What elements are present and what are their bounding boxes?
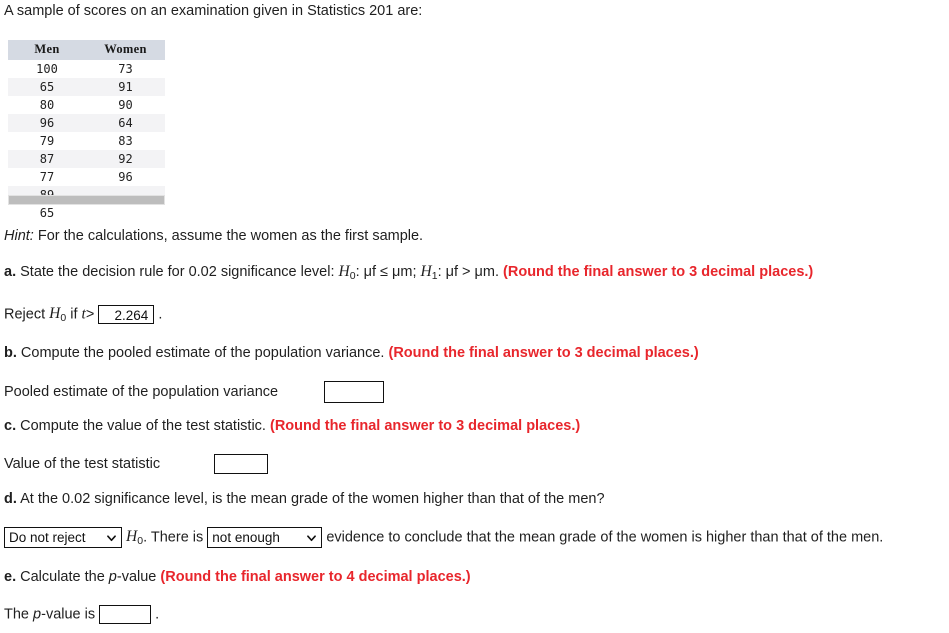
cell-men: 100 <box>36 62 58 76</box>
hint-line: Hint: For the calculations, assume the w… <box>4 228 423 244</box>
part-a-if-label: if <box>70 306 78 323</box>
part-a-answer-h0: H0 <box>49 305 67 325</box>
cell-women: 64 <box>118 116 133 130</box>
cell-men: 65 <box>39 80 55 94</box>
part-a-h1: H1 <box>420 263 438 282</box>
hint-label: Hint: <box>4 228 34 244</box>
part-e-marker: e. <box>4 569 17 585</box>
part-e-answer-post: -value is <box>41 606 96 623</box>
part-c-round-note: (Round the final answer to 3 decimal pla… <box>269 418 581 434</box>
part-a-gt-symbol: > <box>85 306 95 323</box>
part-c-answer-label: Value of the test statistic <box>4 455 161 472</box>
part-b-marker: b. <box>4 345 17 361</box>
part-e-answer-p-symbol: p <box>33 606 42 623</box>
cell-men: 96 <box>39 116 55 130</box>
part-b-answer-line: Pooled estimate of the population varian… <box>4 381 385 403</box>
table-row: 65 91 <box>8 78 165 96</box>
chevron-down-icon <box>107 534 116 541</box>
table-horizontal-scrollbar[interactable] <box>8 195 165 205</box>
table-header-row: Men Women <box>8 40 165 60</box>
part-c-prompt: c. Compute the value of the test statist… <box>4 418 580 434</box>
chevron-down-icon <box>307 534 317 541</box>
part-c-marker: c. <box>4 418 17 434</box>
part-a-marker: a. <box>4 264 17 280</box>
table-row: 65 <box>8 204 165 222</box>
part-b-pooled-variance-input[interactable] <box>324 381 385 403</box>
part-e-p-symbol: p <box>108 569 117 585</box>
part-d-answer-line: Do not reject H0. There is not enough ev… <box>4 527 883 548</box>
part-c-test-statistic-input[interactable] <box>214 454 269 474</box>
table-row: 80 90 <box>8 96 165 114</box>
cell-women: 73 <box>118 62 133 76</box>
part-a-period: . <box>158 306 163 323</box>
table-row: 96 64 <box>8 114 165 132</box>
part-e-text-post: -value <box>116 569 157 585</box>
table-row: 79 83 <box>8 132 165 150</box>
part-b-prompt: b. Compute the pooled estimate of the po… <box>4 345 699 361</box>
cell-women <box>86 204 165 222</box>
cell-men: 65 <box>39 206 55 220</box>
column-header-men: Men <box>8 40 86 60</box>
part-a-h0: H0 <box>338 263 356 282</box>
evidence-select-value: not enough <box>212 530 280 545</box>
part-a-critical-value-input[interactable]: 2.264 <box>98 305 155 324</box>
column-header-women: Women <box>86 40 165 60</box>
part-a-reject-label: Reject <box>4 306 46 323</box>
table-row: 100 73 <box>8 60 165 78</box>
part-d-marker: d. <box>4 491 17 507</box>
evidence-select[interactable]: not enough <box>207 527 323 548</box>
scrollbar-thumb[interactable] <box>9 196 164 204</box>
part-a-answer-line: Reject H0 if t> 2.264 . <box>4 305 162 324</box>
part-a-text: State the decision rule for 0.02 signifi… <box>20 264 335 280</box>
part-e-pvalue-input[interactable] <box>99 605 152 624</box>
part-a-h0-relation: : μf ≤ μm; <box>355 264 417 280</box>
decision-select[interactable]: Do not reject <box>4 527 122 548</box>
part-c-answer-line: Value of the test statistic <box>4 454 269 474</box>
part-a-h1-relation: : μf > μm. <box>437 264 499 280</box>
cell-men: 80 <box>39 98 55 112</box>
cell-women: 90 <box>118 98 133 112</box>
hint-text: For the calculations, assume the women a… <box>37 228 424 244</box>
part-a-prompt: a. State the decision rule for 0.02 sign… <box>4 263 814 282</box>
table-row: 87 92 <box>8 150 165 168</box>
part-a-round-note: (Round the final answer to 3 decimal pla… <box>503 264 814 280</box>
part-e-text-pre: Calculate the <box>20 569 105 585</box>
intro-text: A sample of scores on an examination giv… <box>4 3 423 19</box>
part-d-tail-text: evidence to conclude that the mean grade… <box>326 529 884 546</box>
part-d-prompt: d. At the 0.02 significance level, is th… <box>4 491 605 507</box>
decision-select-value: Do not reject <box>9 530 86 545</box>
cell-women: 83 <box>118 134 133 148</box>
cell-men: 87 <box>39 152 55 166</box>
cell-women: 96 <box>118 170 133 184</box>
table-row: 77 96 <box>8 168 165 186</box>
part-b-answer-label: Pooled estimate of the population varian… <box>4 383 279 400</box>
part-e-round-note: (Round the final answer to 4 decimal pla… <box>160 569 471 585</box>
part-d-text: At the 0.02 significance level, is the m… <box>20 491 605 507</box>
part-e-period: . <box>155 606 160 623</box>
part-b-text: Compute the pooled estimate of the popul… <box>20 345 385 361</box>
cell-women: 91 <box>118 80 133 94</box>
cell-men: 79 <box>39 134 55 148</box>
part-d-h0: H0 <box>126 528 144 548</box>
part-c-text: Compute the value of the test statistic. <box>20 418 266 434</box>
part-d-mid-text: . There is <box>143 529 204 546</box>
part-e-prompt: e. Calculate the p-value (Round the fina… <box>4 569 471 585</box>
part-e-answer-line: The p-value is . <box>4 605 159 624</box>
cell-women: 92 <box>118 152 133 166</box>
part-b-round-note: (Round the final answer to 3 decimal pla… <box>388 345 699 361</box>
part-e-answer-pre: The <box>4 606 29 623</box>
cell-men: 77 <box>39 170 55 184</box>
